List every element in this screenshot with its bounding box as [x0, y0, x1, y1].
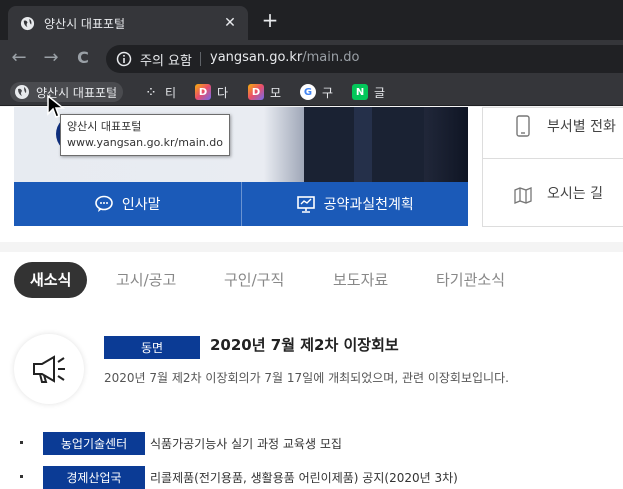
browser-toolbar: ← → C 주의 요함 yangsan.go.kr/main.do: [0, 40, 623, 78]
globe-icon: [20, 16, 35, 31]
greeting-button[interactable]: 인사말: [14, 182, 241, 226]
bookmark-item[interactable]: ⁘ 티: [143, 82, 176, 102]
panel-divider: [483, 158, 623, 159]
tab-press[interactable]: 보도자료: [333, 262, 388, 298]
back-button[interactable]: ←: [8, 48, 30, 70]
tab-notices[interactable]: 고시/공고: [116, 262, 176, 298]
browser-tab[interactable]: 양산시 대표포털 ✕: [8, 6, 248, 40]
google-icon: G: [300, 84, 316, 100]
directions-link[interactable]: 오시는 길: [483, 163, 623, 223]
featured-title[interactable]: 2020년 7월 제2차 이장회보: [210, 334, 399, 355]
bookmark-label: 티: [165, 85, 177, 100]
section-divider: [0, 242, 623, 252]
mouse-cursor-icon: [47, 94, 66, 118]
tab-other-agencies[interactable]: 타기관소식: [436, 262, 505, 298]
tab-news[interactable]: 새소식: [14, 262, 88, 298]
reload-button[interactable]: C: [72, 48, 94, 70]
tistory-icon: ⁘: [146, 86, 156, 98]
bookmark-item[interactable]: G 구: [300, 82, 333, 102]
daum-icon: D: [195, 84, 211, 100]
megaphone-icon: [33, 355, 65, 383]
browser-tab-bar: 양산시 대표포털 ✕ +: [0, 0, 623, 40]
bookmark-label: 구: [322, 85, 334, 100]
featured-news[interactable]: 동면 2020년 7월 제2차 이장회보 2020년 7월 제2차 이장회의가 …: [0, 322, 623, 412]
greeting-button-label: 인사말: [121, 197, 161, 213]
bookmark-item[interactable]: D 다: [195, 82, 228, 102]
web-page: 인사말 공약과실천계획 부서별 전화 오시는 길 새소식 고시/공고 구인/구직…: [0, 107, 623, 489]
naver-icon: N: [352, 84, 368, 100]
mayor-button-bar: 인사말 공약과실천계획: [14, 182, 468, 226]
tab-title: 양산시 대표포털: [44, 17, 126, 31]
info-icon[interactable]: [116, 51, 132, 67]
presentation-board-icon: [296, 196, 315, 213]
url-path: /main.do: [302, 50, 360, 65]
tooltip-title: 양산시 대표포털: [67, 120, 142, 133]
list-item[interactable]: 경제산업국 리콜제품(전기용품, 생활용품 어린이제품) 공지(2020년 3차…: [0, 466, 623, 489]
list-item[interactable]: 농업기술센터 식품가공기능사 실기 과정 교육생 모집: [0, 432, 623, 455]
directions-label: 오시는 길: [547, 186, 603, 202]
bookmark-item[interactable]: N 글: [352, 82, 385, 102]
featured-description: 2020년 7월 제2차 이장회의가 7월 17일에 개최되었으며, 관련 이장…: [104, 371, 509, 385]
bullet: [20, 475, 23, 478]
speech-bubble-icon: [95, 195, 113, 212]
department-badge: 경제산업국: [43, 466, 145, 489]
mobile-phone-icon: [516, 115, 530, 137]
daum-icon: D: [248, 84, 264, 100]
forward-button[interactable]: →: [40, 48, 62, 70]
quick-links-panel: 부서별 전화 오시는 길: [482, 107, 623, 227]
news-title[interactable]: 리콜제품(전기용품, 생활용품 어린이제품) 공지(2020년 3차): [150, 469, 458, 486]
bookmarks-bar: 양산시 대표포털 ⁘ 티 D 다 D 모 G 구 N 글: [0, 78, 623, 106]
tab-close-button[interactable]: ✕: [220, 13, 240, 33]
department-badge: 농업기술센터: [43, 432, 145, 455]
mayor-photo-detail: [354, 107, 372, 182]
bookmark-label: 모: [270, 85, 282, 100]
url-domain: yangsan.go.kr: [210, 50, 303, 65]
bullet: [20, 441, 23, 444]
department-phone-label: 부서별 전화: [547, 119, 616, 135]
bookmark-item[interactable]: 양산시 대표포털: [10, 82, 124, 102]
pledge-button-label: 공약과실천계획: [323, 197, 414, 213]
department-phone-link[interactable]: 부서별 전화: [483, 107, 623, 156]
news-title[interactable]: 식품가공기능사 실기 과정 교육생 모집: [150, 435, 342, 452]
megaphone-badge: [14, 334, 84, 404]
address-bar[interactable]: 주의 요함 yangsan.go.kr/main.do: [106, 45, 623, 73]
address-divider: [200, 52, 201, 66]
bookmark-item[interactable]: D 모: [248, 82, 281, 102]
new-tab-button[interactable]: +: [259, 10, 281, 32]
bookmark-label: 다: [217, 85, 229, 100]
security-warning[interactable]: 주의 요함: [140, 50, 192, 69]
bookmark-tooltip: 양산시 대표포털 www.yangsan.go.kr/main.do: [60, 114, 230, 156]
bookmark-label: 글: [374, 85, 386, 100]
tab-jobs[interactable]: 구인/구직: [224, 262, 284, 298]
pledge-button[interactable]: 공약과실천계획: [240, 182, 469, 226]
map-icon: [514, 187, 532, 204]
url-text[interactable]: yangsan.go.kr/main.do: [210, 50, 359, 65]
news-tabs: 새소식 고시/공고 구인/구직 보도자료 타기관소식: [0, 262, 623, 302]
globe-icon: [15, 85, 29, 99]
department-badge: 동면: [104, 336, 200, 359]
tooltip-url: www.yangsan.go.kr/main.do: [67, 136, 223, 149]
